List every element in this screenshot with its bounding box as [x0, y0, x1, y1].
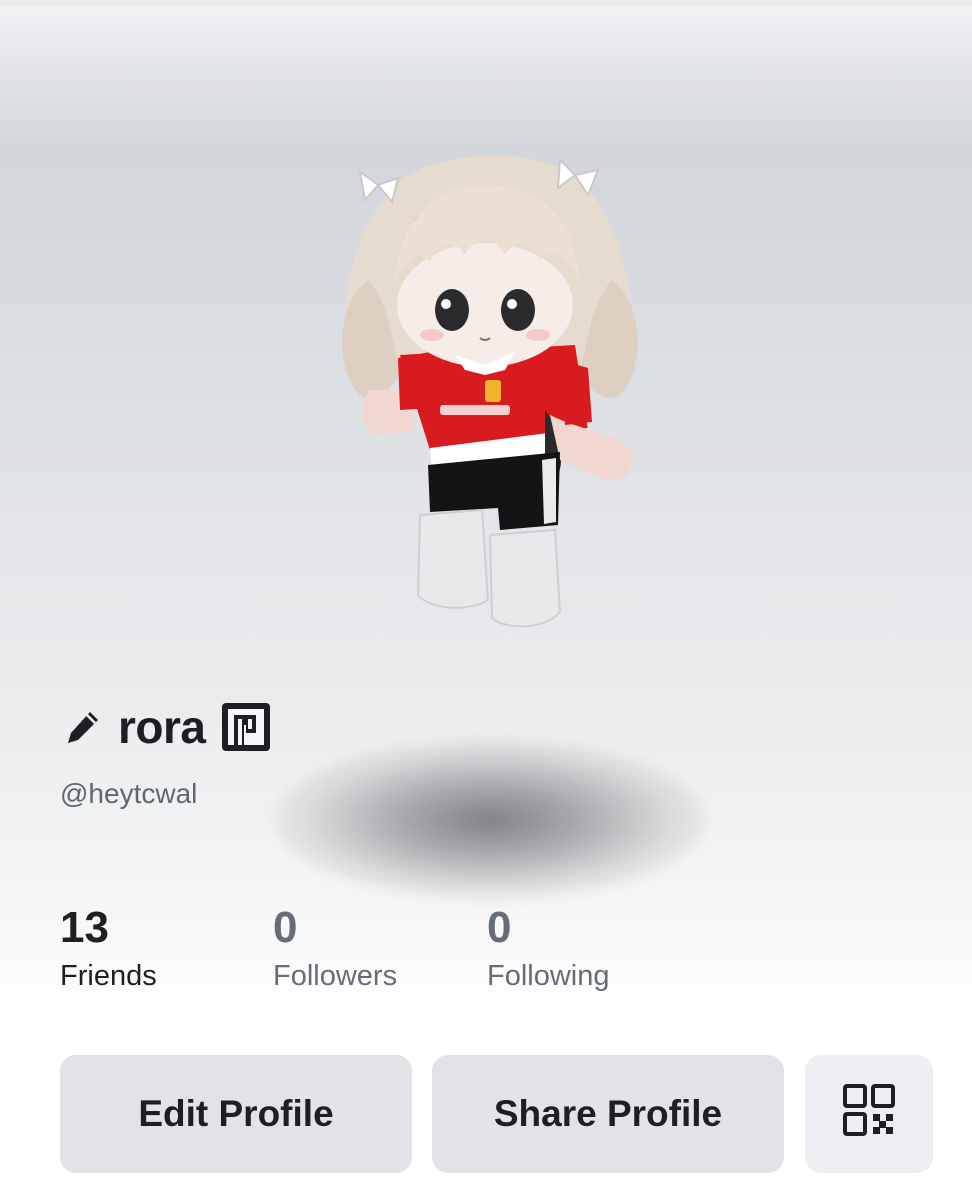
profile-page: rora @heytcwal 13 Friends 0 Followers 0 … — [0, 0, 972, 1200]
following-label: Following — [487, 960, 610, 992]
display-name: rora — [118, 701, 206, 753]
edit-profile-button[interactable]: Edit Profile — [60, 1055, 412, 1173]
profile-stats: 13 Friends 0 Followers 0 Following — [60, 900, 760, 1000]
stat-followers[interactable]: 0 Followers — [273, 900, 397, 996]
avatar-shadow — [275, 740, 705, 900]
avatar-stage — [0, 0, 972, 1010]
edit-profile-label: Edit Profile — [138, 1093, 334, 1134]
avatar-3d-render[interactable] — [320, 130, 660, 650]
username: @heytcwal — [60, 778, 198, 809]
qr-code-button[interactable] — [805, 1055, 933, 1173]
share-profile-label: Share Profile — [493, 1093, 723, 1134]
qr-code-icon — [843, 1083, 895, 1145]
pencil-icon[interactable] — [60, 704, 106, 750]
stat-following[interactable]: 0 Following — [487, 900, 610, 996]
friends-count: 13 — [60, 903, 109, 952]
following-count: 0 — [487, 903, 512, 952]
followers-count: 0 — [273, 903, 298, 952]
premium-badge-icon — [221, 702, 271, 752]
friends-label: Friends — [60, 960, 157, 992]
display-name-row: rora — [60, 695, 271, 759]
followers-label: Followers — [273, 960, 398, 992]
share-profile-button[interactable]: Share Profile — [432, 1055, 784, 1173]
stat-friends[interactable]: 13 Friends — [60, 900, 157, 996]
